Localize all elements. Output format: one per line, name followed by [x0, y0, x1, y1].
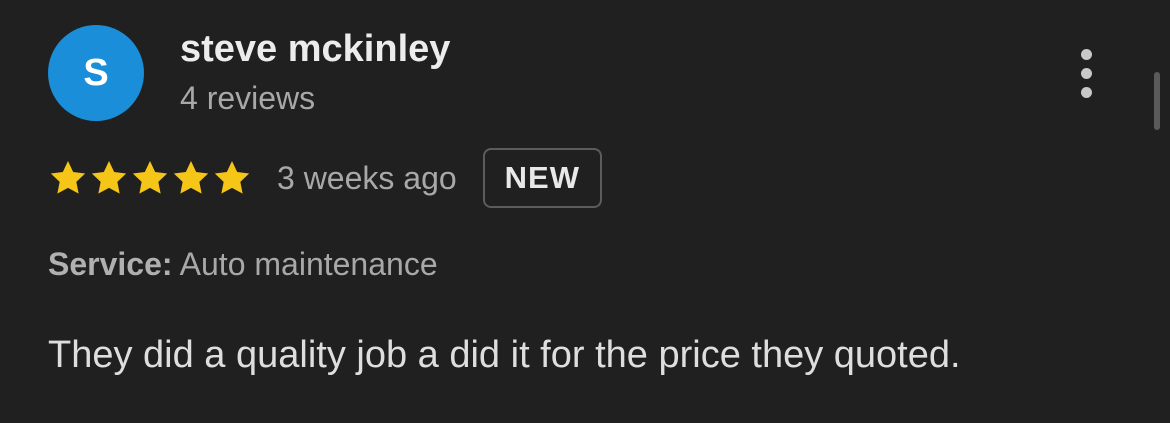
- avatar-initial: S: [83, 51, 109, 94]
- more-vertical-icon-dot: [1080, 86, 1092, 98]
- more-options-button[interactable]: [1064, 40, 1108, 106]
- star-icon: [132, 161, 168, 194]
- more-vertical-icon-dot: [1080, 67, 1092, 79]
- review-card: S steve mckinley 4 reviews 3 weeks ago N…: [0, 0, 1170, 423]
- star-icon: [214, 161, 250, 194]
- service-row: Service: Auto maintenance: [48, 246, 438, 283]
- review-text: They did a quality job a did it for the …: [48, 334, 961, 376]
- rating-row: 3 weeks ago NEW: [48, 146, 602, 210]
- star-icon: [50, 161, 86, 194]
- review-time: 3 weeks ago: [277, 159, 457, 196]
- avatar[interactable]: S: [48, 25, 144, 121]
- reviewer-name[interactable]: steve mckinley: [180, 28, 450, 71]
- star-icon: [91, 161, 127, 194]
- new-badge: NEW: [482, 148, 602, 208]
- star-icon: [173, 161, 209, 194]
- service-label: Service:: [48, 246, 173, 282]
- service-value: Auto maintenance: [179, 246, 438, 282]
- review-count: 4 reviews: [180, 80, 316, 116]
- more-vertical-icon: [1080, 48, 1092, 60]
- scrollbar[interactable]: [1154, 72, 1160, 130]
- star-rating: [48, 158, 252, 198]
